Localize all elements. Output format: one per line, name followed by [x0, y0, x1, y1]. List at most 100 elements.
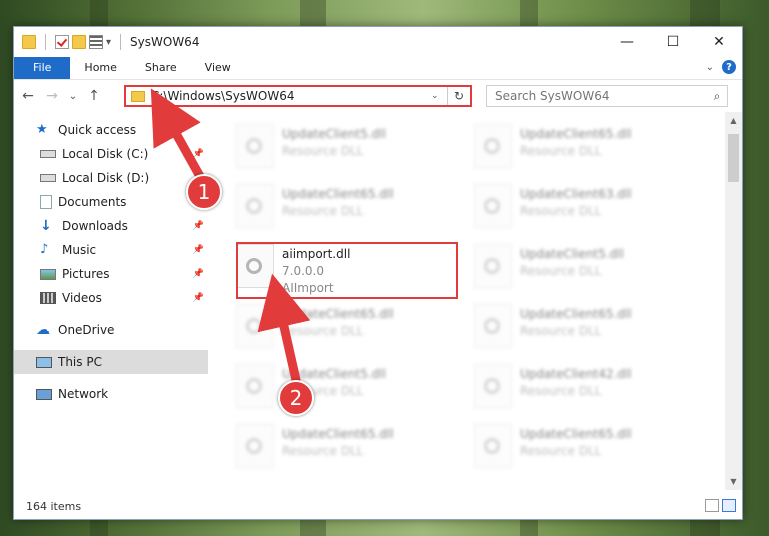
close-button[interactable]: ✕	[696, 27, 742, 57]
search-input[interactable]	[487, 88, 707, 104]
file-item[interactable]: UpdateClient5.dll Resource DLL	[236, 364, 466, 418]
sidebar-item-onedrive[interactable]: ☁ OneDrive	[14, 318, 208, 342]
dll-file-icon	[236, 304, 274, 348]
file-item[interactable]: UpdateClient5.dll Resource DLL	[236, 124, 466, 178]
qat-dropdown-icon[interactable]: ▾	[106, 37, 111, 48]
computer-icon	[36, 356, 52, 368]
sidebar-item-local-disk-d[interactable]: Local Disk (D:)	[14, 166, 208, 190]
recent-locations-button[interactable]: ⌄	[66, 91, 80, 102]
file-type: Resource DLL	[520, 444, 602, 458]
file-item[interactable]: UpdateClient42.dll Resource DLL	[474, 364, 704, 418]
address-path[interactable]: C:\Windows\SysWOW64	[151, 89, 431, 103]
sidebar-item-label: Local Disk (C:)	[62, 147, 149, 161]
dll-file-icon	[474, 364, 512, 408]
sidebar-item-documents[interactable]: Documents 📌	[14, 190, 208, 214]
cloud-icon: ☁	[36, 322, 50, 338]
sidebar-item-quick-access[interactable]: ★ Quick access	[14, 118, 208, 142]
file-item[interactable]: UpdateClient65.dll Resource DLL	[236, 184, 466, 238]
sidebar-item-music[interactable]: ♪ Music 📌	[14, 238, 208, 262]
help-icon[interactable]: ?	[722, 60, 736, 74]
network-icon	[36, 388, 52, 400]
pin-icon: 📌	[192, 221, 204, 231]
file-item[interactable]: UpdateClient65.dll Resource DLL	[474, 424, 704, 478]
file-name: UpdateClient65.dll	[282, 427, 394, 441]
file-item[interactable]: UpdateClient63.dll Resource DLL	[474, 184, 704, 238]
search-box[interactable]: ⌕	[486, 85, 728, 107]
scroll-thumb[interactable]	[728, 134, 739, 182]
tab-file[interactable]: File	[14, 57, 71, 79]
details-view-icon[interactable]	[705, 499, 719, 512]
callout-number-1: 1	[186, 174, 222, 210]
sidebar-item-label: Local Disk (D:)	[62, 171, 150, 185]
file-name: UpdateClient65.dll	[520, 307, 632, 321]
dll-file-icon	[236, 124, 274, 168]
sidebar-item-pictures[interactable]: Pictures 📌	[14, 262, 208, 286]
sidebar-item-network[interactable]: Network	[14, 382, 208, 406]
folder-icon[interactable]	[22, 35, 36, 49]
address-bar[interactable]: C:\Windows\SysWOW64 ⌄ ↻	[124, 85, 472, 107]
dll-file-icon	[474, 304, 512, 348]
status-bar: 164 items	[14, 494, 742, 519]
dll-file-icon	[474, 124, 512, 168]
dll-file-icon	[474, 184, 512, 228]
pin-icon: 📌	[192, 293, 204, 303]
back-button[interactable]: ←	[18, 88, 38, 104]
documents-icon	[40, 195, 52, 209]
title-bar: ▾ SysWOW64 — ☐ ✕	[14, 27, 742, 57]
videos-icon	[40, 292, 56, 304]
address-dropdown-icon[interactable]: ⌄	[431, 91, 447, 101]
file-type: Resource DLL	[282, 144, 364, 158]
scroll-down-icon[interactable]: ▼	[725, 473, 742, 490]
sidebar-item-downloads[interactable]: ↓ Downloads 📌	[14, 214, 208, 238]
file-name: UpdateClient65.dll	[520, 127, 632, 141]
explorer-window: ▾ SysWOW64 — ☐ ✕ File Home Share View ⌄ …	[13, 26, 743, 520]
sidebar-item-label: Pictures	[62, 267, 110, 281]
minimize-button[interactable]: —	[604, 27, 650, 57]
new-folder-icon[interactable]	[72, 35, 86, 49]
refresh-button[interactable]: ↻	[447, 87, 470, 105]
properties-check-icon[interactable]	[55, 35, 69, 49]
file-highlight-box	[236, 242, 458, 299]
sidebar-item-label: OneDrive	[58, 323, 115, 337]
expand-ribbon-icon[interactable]: ⌄	[706, 62, 714, 73]
file-item[interactable]: UpdateClient65.dll Resource DLL	[236, 424, 466, 478]
sidebar-item-local-disk-c[interactable]: Local Disk (C:) 📌	[14, 142, 208, 166]
navigation-bar: ← → ⌄ ↑ C:\Windows\SysWOW64 ⌄ ↻ ⌕	[14, 80, 742, 112]
sidebar-item-label: Documents	[58, 195, 127, 209]
file-name: UpdateClient5.dll	[520, 247, 624, 261]
sidebar-item-label: Network	[58, 387, 109, 401]
file-type: Resource DLL	[282, 324, 364, 338]
navigation-pane: ★ Quick access Local Disk (C:) 📌 Local D…	[14, 112, 208, 490]
dll-file-icon	[474, 424, 512, 468]
sidebar-item-videos[interactable]: Videos 📌	[14, 286, 208, 310]
vertical-scrollbar[interactable]: ▲ ▼	[725, 112, 742, 490]
tiles-view-icon[interactable]	[722, 499, 736, 512]
file-name: UpdateClient65.dll	[282, 187, 394, 201]
dll-file-icon	[236, 424, 274, 468]
maximize-button[interactable]: ☐	[650, 27, 696, 57]
file-name: UpdateClient65.dll	[520, 427, 632, 441]
up-button[interactable]: ↑	[84, 88, 104, 104]
file-item[interactable]: UpdateClient5.dll Resource DLL	[474, 244, 704, 298]
file-item[interactable]: UpdateClient65.dll Resource DLL	[236, 304, 466, 358]
scroll-up-icon[interactable]: ▲	[725, 112, 742, 129]
item-count: 164 items	[26, 500, 82, 513]
file-type: Resource DLL	[520, 204, 602, 218]
download-icon: ↓	[40, 218, 52, 234]
file-item[interactable]: UpdateClient65.dll Resource DLL	[474, 304, 704, 358]
tab-share[interactable]: Share	[131, 57, 191, 79]
sidebar-item-label: Music	[62, 243, 97, 257]
tab-view[interactable]: View	[191, 57, 245, 79]
tab-home[interactable]: Home	[70, 57, 130, 79]
sidebar-item-label: This PC	[58, 355, 102, 369]
file-name: UpdateClient63.dll	[520, 187, 632, 201]
search-icon[interactable]: ⌕	[707, 89, 727, 104]
sidebar-item-label: Quick access	[58, 123, 137, 137]
customize-icon[interactable]	[89, 35, 103, 49]
forward-button[interactable]: →	[42, 88, 62, 104]
file-name: UpdateClient65.dll	[282, 307, 394, 321]
music-icon: ♪	[40, 242, 49, 257]
file-item[interactable]: UpdateClient65.dll Resource DLL	[474, 124, 704, 178]
sidebar-item-this-pc[interactable]: This PC	[14, 350, 208, 374]
drive-icon	[40, 174, 56, 182]
